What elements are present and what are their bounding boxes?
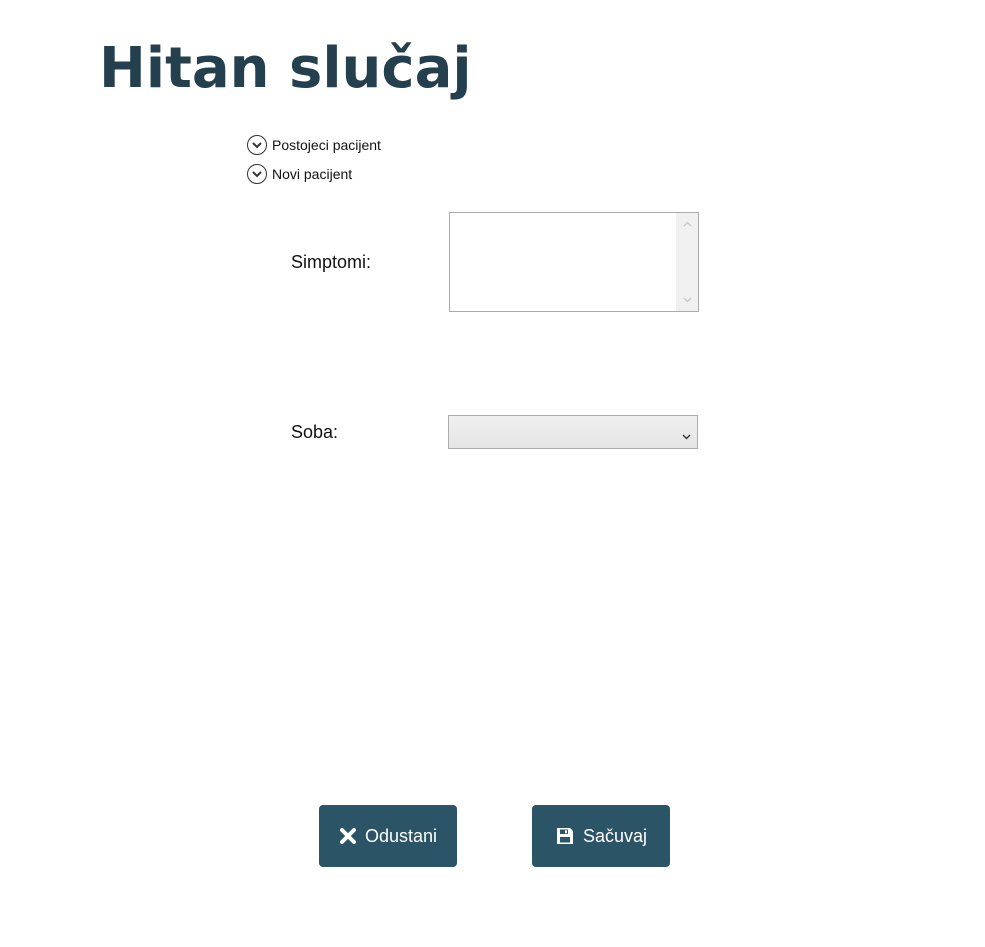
room-select[interactable] [448,415,698,449]
symptoms-scrollbar[interactable] [676,213,698,311]
chevron-down-icon[interactable] [682,427,691,445]
save-icon [555,826,575,846]
close-icon [339,827,357,845]
save-button[interactable]: Sačuvaj [532,805,670,867]
expander-label: Novi pacijent [272,166,353,182]
scroll-down-icon[interactable] [676,295,698,307]
symptoms-label: Simptomi: [291,252,372,272]
cancel-button[interactable]: Odustani [319,805,457,867]
cancel-button-label: Odustani [364,825,438,846]
expander-existing-patient[interactable]: Postojeci pacijent [247,133,381,157]
room-label: Soba: [291,422,339,442]
expander-new-patient[interactable]: Novi pacijent [247,162,352,186]
save-button-label: Sačuvaj [582,825,648,846]
symptoms-input[interactable] [450,213,676,311]
chevron-down-circle-icon[interactable] [247,135,267,155]
chevron-down-circle-icon[interactable] [247,164,267,184]
scroll-up-icon[interactable] [676,219,698,231]
symptoms-textbox[interactable] [449,212,699,312]
page-title: Hitan slučaj [99,36,472,101]
expander-label: Postojeci pacijent [272,137,381,153]
